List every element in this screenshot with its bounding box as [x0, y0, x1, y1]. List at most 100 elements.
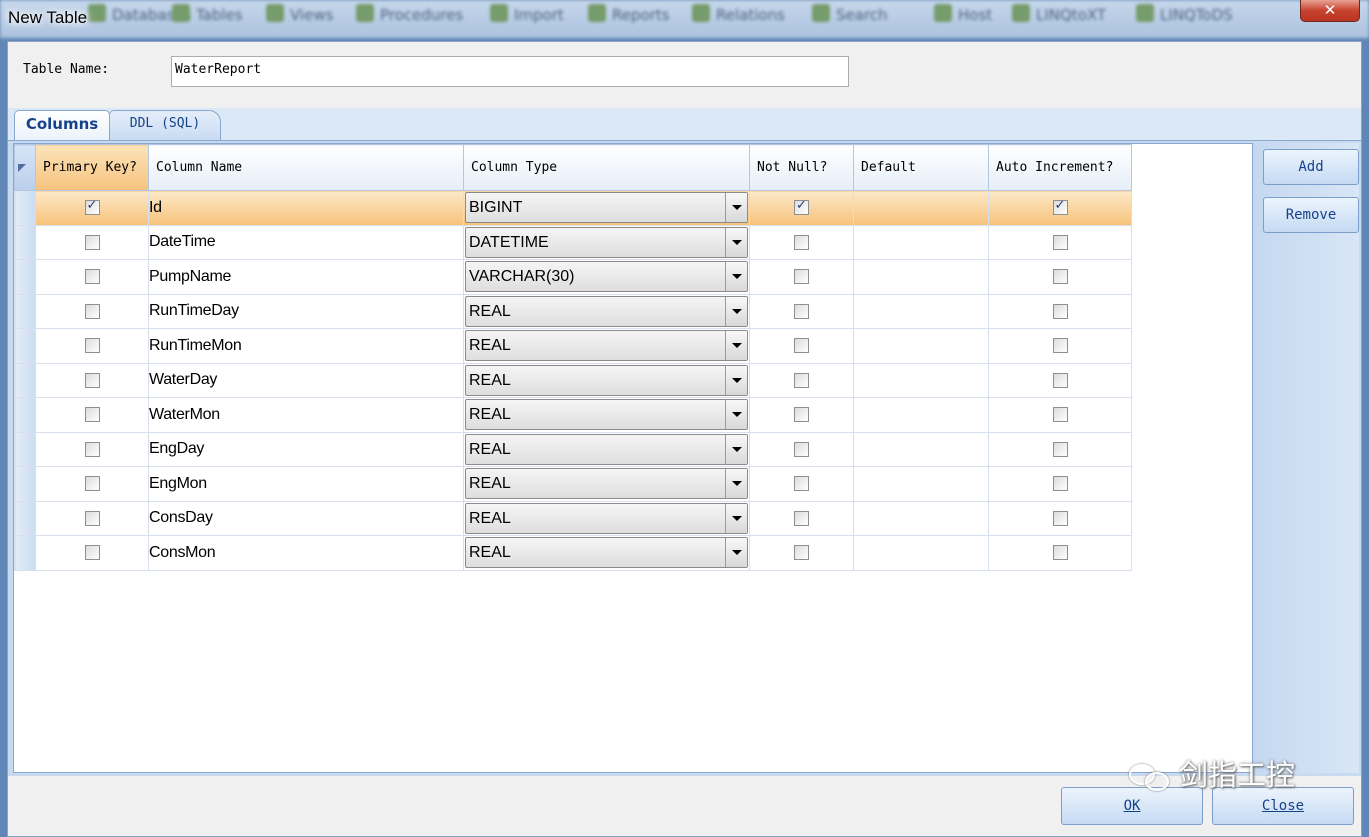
column-name-cell[interactable]: ConsMon [148, 535, 464, 571]
default-cell[interactable] [853, 431, 989, 467]
column-name-cell[interactable]: WaterMon [148, 397, 464, 433]
dropdown-arrow-icon[interactable] [725, 469, 747, 499]
header-primary-key[interactable]: Primary Key? [35, 144, 149, 191]
remove-column-button[interactable]: Remove [1263, 197, 1359, 233]
dropdown-arrow-icon[interactable] [725, 434, 747, 464]
row-header[interactable] [14, 293, 36, 329]
not-null-checkbox[interactable] [794, 545, 809, 561]
select-all-corner[interactable] [14, 144, 36, 191]
dropdown-arrow-icon[interactable] [725, 503, 747, 533]
column-row[interactable]: DateTime DATETIME [14, 224, 1132, 260]
auto-increment-checkbox[interactable] [1052, 441, 1068, 457]
dropdown-arrow-icon[interactable] [725, 400, 747, 430]
not-null-checkbox[interactable] [794, 372, 809, 388]
column-row[interactable]: PumpName VARCHAR(30) [14, 259, 1132, 295]
dropdown-arrow-icon[interactable] [725, 193, 747, 223]
not-null-checkbox[interactable] [794, 303, 809, 319]
default-cell[interactable] [853, 328, 989, 364]
row-header[interactable] [14, 362, 36, 398]
header-column-type[interactable]: Column Type [463, 144, 750, 191]
default-cell[interactable] [853, 397, 989, 433]
row-header[interactable] [14, 259, 36, 295]
column-type-select[interactable]: VARCHAR(30) [465, 261, 748, 293]
auto-increment-checkbox[interactable] [1052, 269, 1068, 285]
default-cell[interactable] [853, 293, 989, 329]
auto-increment-checkbox[interactable] [1052, 234, 1068, 250]
auto-increment-checkbox[interactable] [1052, 407, 1068, 423]
not-null-checkbox[interactable] [794, 407, 809, 423]
table-name-input[interactable]: WaterReport [171, 56, 849, 87]
row-header[interactable] [14, 431, 36, 467]
primary-key-checkbox[interactable] [84, 510, 100, 526]
primary-key-checkbox[interactable] [84, 198, 100, 216]
dropdown-arrow-icon[interactable] [725, 331, 747, 361]
not-null-checkbox[interactable] [794, 269, 809, 285]
auto-increment-checkbox[interactable] [1052, 510, 1068, 526]
auto-increment-checkbox[interactable] [1052, 476, 1068, 492]
auto-increment-checkbox[interactable] [1052, 303, 1068, 319]
column-row[interactable]: RunTimeMon REAL [14, 328, 1132, 364]
column-row[interactable]: Id BIGINT [14, 190, 1132, 226]
header-column-name[interactable]: Column Name [148, 144, 464, 191]
column-type-select[interactable]: REAL [465, 364, 748, 396]
default-cell[interactable] [853, 224, 989, 260]
not-null-checkbox[interactable] [794, 510, 809, 526]
dropdown-arrow-icon[interactable] [725, 262, 747, 292]
primary-key-checkbox[interactable] [84, 303, 100, 319]
row-header[interactable] [14, 500, 36, 536]
column-row[interactable]: RunTimeDay REAL [14, 293, 1132, 329]
default-cell[interactable] [853, 190, 989, 226]
column-row[interactable]: ConsMon REAL [14, 535, 1132, 571]
tab-ddl-sql[interactable]: DDL (SQL) [109, 110, 221, 140]
row-header[interactable] [14, 224, 36, 260]
column-row[interactable]: EngMon REAL [14, 466, 1132, 502]
column-type-select[interactable]: REAL [465, 502, 748, 534]
primary-key-checkbox[interactable] [84, 234, 100, 250]
column-name-cell[interactable]: Id [148, 190, 464, 226]
primary-key-checkbox[interactable] [84, 407, 100, 423]
column-row[interactable]: ConsDay REAL [14, 500, 1132, 536]
not-null-checkbox[interactable] [794, 476, 809, 492]
primary-key-checkbox[interactable] [84, 441, 100, 457]
primary-key-checkbox[interactable] [84, 269, 100, 285]
not-null-checkbox[interactable] [794, 234, 809, 250]
column-name-cell[interactable]: WaterDay [148, 362, 464, 398]
column-row[interactable]: WaterDay REAL [14, 362, 1132, 398]
column-row[interactable]: WaterMon REAL [14, 397, 1132, 433]
header-auto-increment[interactable]: Auto Increment? [988, 144, 1132, 191]
column-type-select[interactable]: REAL [465, 330, 748, 362]
column-type-select[interactable]: REAL [465, 468, 748, 500]
row-header[interactable] [14, 397, 36, 433]
auto-increment-checkbox[interactable] [1052, 198, 1068, 216]
not-null-checkbox[interactable] [794, 198, 809, 216]
header-default[interactable]: Default [853, 144, 989, 191]
default-cell[interactable] [853, 466, 989, 502]
column-name-cell[interactable]: RunTimeDay [148, 293, 464, 329]
row-header[interactable] [14, 190, 36, 226]
row-header[interactable] [14, 328, 36, 364]
auto-increment-checkbox[interactable] [1052, 372, 1068, 388]
not-null-checkbox[interactable] [794, 338, 809, 354]
column-type-select[interactable]: BIGINT [465, 192, 748, 224]
add-column-button[interactable]: Add [1263, 149, 1359, 185]
row-header[interactable] [14, 535, 36, 571]
column-name-cell[interactable]: RunTimeMon [148, 328, 464, 364]
column-name-cell[interactable]: EngDay [148, 431, 464, 467]
column-type-select[interactable]: REAL [465, 399, 748, 431]
column-type-select[interactable]: DATETIME [465, 226, 748, 258]
tab-columns[interactable]: Columns [14, 110, 110, 142]
dropdown-arrow-icon[interactable] [725, 538, 747, 568]
default-cell[interactable] [853, 500, 989, 536]
close-window-button[interactable]: ✕ [1300, 0, 1360, 22]
not-null-checkbox[interactable] [794, 441, 809, 457]
column-type-select[interactable]: REAL [465, 295, 748, 327]
column-name-cell[interactable]: DateTime [148, 224, 464, 260]
primary-key-checkbox[interactable] [84, 338, 100, 354]
row-header[interactable] [14, 466, 36, 502]
default-cell[interactable] [853, 362, 989, 398]
column-row[interactable]: EngDay REAL [14, 431, 1132, 467]
header-not-null[interactable]: Not Null? [749, 144, 854, 191]
column-name-cell[interactable]: PumpName [148, 259, 464, 295]
column-name-cell[interactable]: EngMon [148, 466, 464, 502]
primary-key-checkbox[interactable] [84, 372, 100, 388]
